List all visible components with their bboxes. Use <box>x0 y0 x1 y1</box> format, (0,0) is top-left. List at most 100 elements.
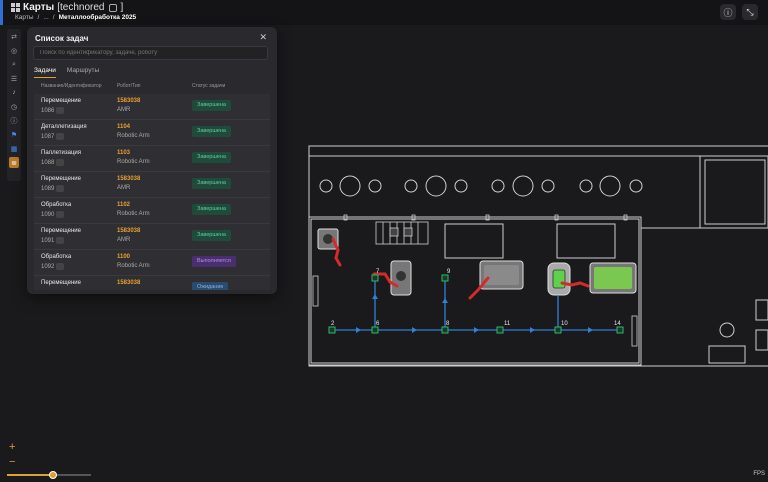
tab-tasks[interactable]: Задачи <box>34 67 56 78</box>
task-table: Перемещение 1086 1583038 AMR Завершена Деталл… <box>34 94 270 290</box>
tool-layers[interactable]: ☰ <box>9 73 19 84</box>
robot-type: AMR <box>117 237 131 243</box>
task-name: Обработка <box>41 254 72 260</box>
table-row[interactable]: Перемещение 1583038 Ожидание <box>34 276 270 290</box>
task-id-text: 1089 <box>41 185 55 192</box>
fps-label: FPS <box>753 471 765 477</box>
robot-id[interactable]: 1103 <box>117 150 130 156</box>
copy-icon[interactable] <box>56 133 65 140</box>
copy-icon[interactable] <box>109 3 118 12</box>
robot-id[interactable]: 1583038 <box>117 176 140 182</box>
task-id-text: 1086 <box>41 107 55 114</box>
robot-type: AMR <box>117 185 131 191</box>
map-node-label: 10 <box>561 321 568 327</box>
copy-icon[interactable] <box>56 159 65 166</box>
clock-icon: ◷ <box>10 103 18 111</box>
task-id: 1088 <box>41 159 65 166</box>
robot-id[interactable]: 1583038 <box>117 98 140 104</box>
rack <box>375 221 429 245</box>
status-badge: Завершена <box>192 178 231 189</box>
status-badge: Завершена <box>192 204 231 215</box>
table-row[interactable]: Деталлетизация 1087 1104 Robotic Arm Заверше… <box>34 120 270 146</box>
table-row[interactable]: Паллетизация 1088 1103 Robotic Arm Завершена <box>34 146 270 172</box>
collapse-button[interactable]: ⤡ <box>742 4 758 20</box>
breadcrumb-more[interactable]: ... <box>43 14 48 21</box>
task-id-text: 1088 <box>41 159 55 166</box>
org-name: [technored <box>57 2 105 13</box>
copy-icon[interactable] <box>56 211 65 218</box>
map-node-label: 2 <box>331 321 335 327</box>
breadcrumb-maps[interactable]: Карты <box>15 14 34 21</box>
tool-expand[interactable]: ⇄ <box>9 31 19 42</box>
top-bar: Карты [technored ] Карты / ... / Металло… <box>0 0 768 25</box>
collapse-icon: ⤡ <box>746 6 754 17</box>
status-badge: Завершена <box>192 100 231 111</box>
status-badge: Ожидание <box>192 282 229 290</box>
status-badge: Завершена <box>192 126 231 137</box>
robot-id[interactable]: 1102 <box>117 202 130 208</box>
table-row[interactable]: Перемещение 1091 1583038 AMR Завершена <box>34 224 270 250</box>
map-node-7[interactable] <box>371 274 379 282</box>
task-id-text: 1090 <box>41 211 55 218</box>
map-node-6[interactable] <box>371 326 379 334</box>
zoom-out-button[interactable]: − <box>9 456 15 468</box>
task-id: 1089 <box>41 185 65 192</box>
robot-type: Robotic Arm <box>117 211 150 217</box>
copy-icon[interactable] <box>56 237 65 244</box>
map-node-14[interactable] <box>616 326 624 334</box>
map-node-label: 6 <box>376 321 380 327</box>
status-badge: Завершена <box>192 152 231 163</box>
robot-type: Robotic Arm <box>117 263 150 269</box>
top-right-actions: ⓘ ⤡ <box>720 4 758 20</box>
info-button[interactable]: ⓘ <box>720 4 736 20</box>
org-bracket: ] <box>120 2 124 13</box>
robot-id[interactable]: 1583038 <box>117 228 140 234</box>
tool-routes[interactable]: ⚑ <box>9 129 19 140</box>
robot-id[interactable]: 1583038 <box>117 280 140 286</box>
copy-icon[interactable] <box>56 107 65 114</box>
page-heading: Карты <box>23 2 55 13</box>
table-row[interactable]: Обработка 1090 1102 Robotic Arm Завершена <box>34 198 270 224</box>
route-icon: ⚑ <box>10 131 18 139</box>
info-icon: ⓘ <box>723 7 733 18</box>
breadcrumb-sep: / <box>52 14 55 21</box>
search-input[interactable] <box>33 46 268 60</box>
tool-task-list[interactable]: ≣ <box>9 157 19 168</box>
task-name: Деталлетизация <box>41 124 87 130</box>
left-toolbar: ⇄ ◎ ⌕ ☰ ♪ ◷ ⓘ ⚑ ▦ ≣ <box>7 29 21 181</box>
tool-target[interactable]: ◎ <box>9 45 19 56</box>
tab-routes[interactable]: Маршруты <box>67 67 99 78</box>
map-node-10[interactable] <box>554 326 562 334</box>
task-id: 1090 <box>41 211 65 218</box>
robot-id[interactable]: 1100 <box>117 254 130 260</box>
task-id-text: 1092 <box>41 263 55 270</box>
robot-id[interactable]: 1104 <box>117 124 130 130</box>
zoom-in-button[interactable]: + <box>9 441 15 453</box>
task-id: 1086 <box>41 107 65 114</box>
tool-alerts[interactable]: ♪ <box>9 87 19 98</box>
map-node-label: 11 <box>504 321 511 327</box>
task-id: 1087 <box>41 133 65 140</box>
table-row[interactable]: Обработка 1092 1100 Robotic Arm Выполняется <box>34 250 270 276</box>
tool-stats[interactable]: ▦ <box>9 143 19 154</box>
info-icon: ⓘ <box>10 117 18 125</box>
map-node-2[interactable] <box>328 326 336 334</box>
close-icon[interactable]: ✕ <box>259 32 267 43</box>
map-node-11[interactable] <box>496 326 504 334</box>
col-status: Статус задачи <box>192 83 226 89</box>
task-id-text: 1087 <box>41 133 55 140</box>
map-node-9[interactable] <box>441 274 449 282</box>
machines-row <box>319 175 643 197</box>
tool-time[interactable]: ◷ <box>9 101 19 112</box>
task-name: Паллетизация <box>41 150 82 156</box>
tool-search[interactable]: ⌕ <box>9 59 19 70</box>
table-row[interactable]: Перемещение 1089 1583038 AMR Завершена <box>34 172 270 198</box>
tool-info[interactable]: ⓘ <box>9 115 19 126</box>
table-row[interactable]: Перемещение 1086 1583038 AMR Завершена <box>34 94 270 120</box>
chart-icon: ▦ <box>10 145 18 153</box>
copy-icon[interactable] <box>56 185 65 192</box>
map-node-8[interactable] <box>441 326 449 334</box>
copy-icon[interactable] <box>56 263 65 270</box>
task-name: Перемещение <box>41 280 81 286</box>
status-badge: Завершена <box>192 230 231 241</box>
